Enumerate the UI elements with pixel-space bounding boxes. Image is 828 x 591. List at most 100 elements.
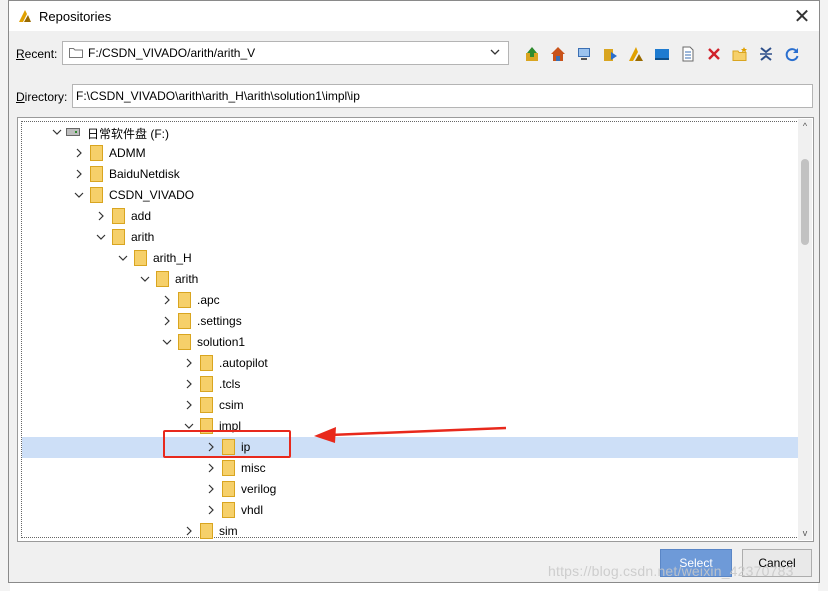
recent-dropdown[interactable]: F:/CSDN_VIVADO/arith/arith_V — [62, 41, 509, 65]
folder-icon — [178, 334, 191, 350]
tree-item-label: ADMM — [109, 146, 146, 160]
recent-label: Recent: — [16, 47, 58, 61]
tree-item-label: misc — [241, 461, 266, 475]
new-folder-button[interactable] — [727, 43, 753, 65]
chevron-right-icon[interactable] — [74, 168, 84, 180]
chevron-right-icon[interactable] — [162, 315, 172, 327]
chevron-down-icon[interactable] — [52, 126, 62, 138]
home-icon — [551, 47, 565, 61]
vivado-icon — [629, 47, 643, 61]
directory-tree[interactable]: 日常软件盘 (F:) ADMM BaiduNetdisk CSDN_VIVADOadd… — [17, 117, 814, 542]
folder-icon — [178, 292, 191, 308]
tree-row[interactable]: ADMM — [22, 143, 798, 164]
computer-icon — [578, 48, 590, 60]
chevron-right-icon[interactable] — [206, 504, 216, 516]
tree-item-label: .apc — [197, 293, 220, 307]
tree-row[interactable]: arith_H — [22, 248, 798, 269]
tree-item-label: csim — [219, 398, 244, 412]
tree-item-label: .settings — [197, 314, 242, 328]
recent-value: F:/CSDN_VIVADO/arith/arith_V — [88, 46, 256, 60]
computer-button[interactable] — [571, 43, 597, 65]
chevron-right-icon[interactable] — [74, 147, 84, 159]
chevron-down-icon[interactable] — [96, 231, 106, 243]
tree-row[interactable]: .settings — [22, 311, 798, 332]
tree-item-label: .autopilot — [219, 356, 268, 370]
annotation-highlight-box — [163, 430, 291, 458]
chevron-down-icon[interactable] — [162, 336, 172, 348]
document-button[interactable] — [675, 43, 701, 65]
delete-button[interactable] — [701, 43, 727, 65]
bookmark-folder-button[interactable] — [597, 43, 623, 65]
tree-item-label: 日常软件盘 (F:) — [87, 127, 169, 141]
tree-item-label: .tcls — [219, 377, 241, 391]
drive-icon — [66, 128, 80, 136]
tree-row[interactable]: .apc — [22, 290, 798, 311]
chevron-down-icon[interactable] — [118, 252, 128, 264]
folder-icon — [90, 187, 103, 203]
refresh-button[interactable] — [779, 43, 805, 65]
scroll-up-icon[interactable]: ^ — [800, 121, 810, 131]
directory-label: Directory: — [16, 90, 68, 104]
tree-row[interactable]: arith — [22, 227, 798, 248]
chevron-down-icon[interactable] — [74, 189, 84, 201]
tree-item-label: vhdl — [241, 503, 264, 517]
folder-icon — [222, 481, 235, 497]
home-button[interactable] — [545, 43, 571, 65]
tree-item-label: arith — [175, 272, 199, 286]
delete-icon — [708, 48, 720, 60]
tree-item-label: CSDN_VIVADO — [109, 188, 195, 202]
scroll-down-icon[interactable]: v — [800, 528, 810, 538]
chevron-right-icon[interactable] — [162, 294, 172, 306]
tree-row[interactable]: csim — [22, 395, 798, 416]
tree-row[interactable]: .tcls — [22, 374, 798, 395]
folder-icon — [112, 208, 125, 224]
tree-item-label: arith — [131, 230, 155, 244]
tree-item-label: BaiduNetdisk — [109, 167, 180, 181]
chevron-right-icon[interactable] — [184, 357, 194, 369]
tree-row[interactable]: solution1 — [22, 332, 798, 353]
folder-icon — [90, 145, 103, 161]
folder-icon — [222, 502, 235, 518]
collapse-all-button[interactable] — [753, 43, 779, 65]
new-folder-icon — [732, 47, 747, 61]
tree-row[interactable]: arith — [22, 269, 798, 290]
directory-input[interactable]: F:\CSDN_VIVADO\arith\arith_H\arith\solut… — [72, 84, 813, 108]
folder-icon — [156, 271, 169, 287]
up-folder-button[interactable] — [519, 43, 545, 65]
chevron-right-icon[interactable] — [184, 378, 194, 390]
folder-icon — [200, 355, 213, 371]
tree-row[interactable]: add — [22, 206, 798, 227]
desktop-button[interactable] — [649, 43, 675, 65]
repositories-dialog: Repositories ✕ Recent: F:/CSDN_VIVADO/ar… — [8, 0, 820, 583]
folder-icon — [222, 460, 235, 476]
folder-icon — [200, 376, 213, 392]
annotation-arrow — [314, 426, 507, 443]
chevron-down-icon — [490, 49, 500, 55]
chevron-right-icon[interactable] — [184, 525, 194, 537]
close-button[interactable]: ✕ — [785, 1, 819, 31]
vivado-button[interactable] — [623, 43, 649, 65]
tree-row[interactable]: BaiduNetdisk — [22, 164, 798, 185]
dialog-title: Repositories — [39, 9, 112, 24]
up-folder-icon — [526, 47, 538, 61]
tree-item-label: verilog — [241, 482, 277, 496]
tree-row[interactable]: CSDN_VIVADO — [22, 185, 798, 206]
chevron-down-icon[interactable] — [140, 273, 150, 285]
tree-vertical-scrollbar[interactable]: ^ v — [798, 119, 812, 540]
tree-row[interactable]: vhdl — [22, 500, 798, 521]
chevron-right-icon[interactable] — [206, 462, 216, 474]
chevron-right-icon[interactable] — [184, 399, 194, 411]
tree-row[interactable]: misc — [22, 458, 798, 479]
tree-row[interactable]: .autopilot — [22, 353, 798, 374]
tree-row[interactable]: 日常软件盘 (F:) — [22, 122, 798, 143]
document-icon — [682, 46, 694, 62]
folder-icon — [90, 166, 103, 182]
scrollbar-thumb[interactable] — [801, 159, 809, 245]
chevron-right-icon[interactable] — [206, 483, 216, 495]
tree-row[interactable]: verilog — [22, 479, 798, 500]
chevron-right-icon[interactable] — [96, 210, 106, 222]
tree-item-label: sim — [219, 524, 238, 538]
tree-row[interactable]: sim — [22, 521, 798, 541]
tree-item-label: arith_H — [153, 251, 192, 265]
folder-icon — [69, 48, 83, 58]
